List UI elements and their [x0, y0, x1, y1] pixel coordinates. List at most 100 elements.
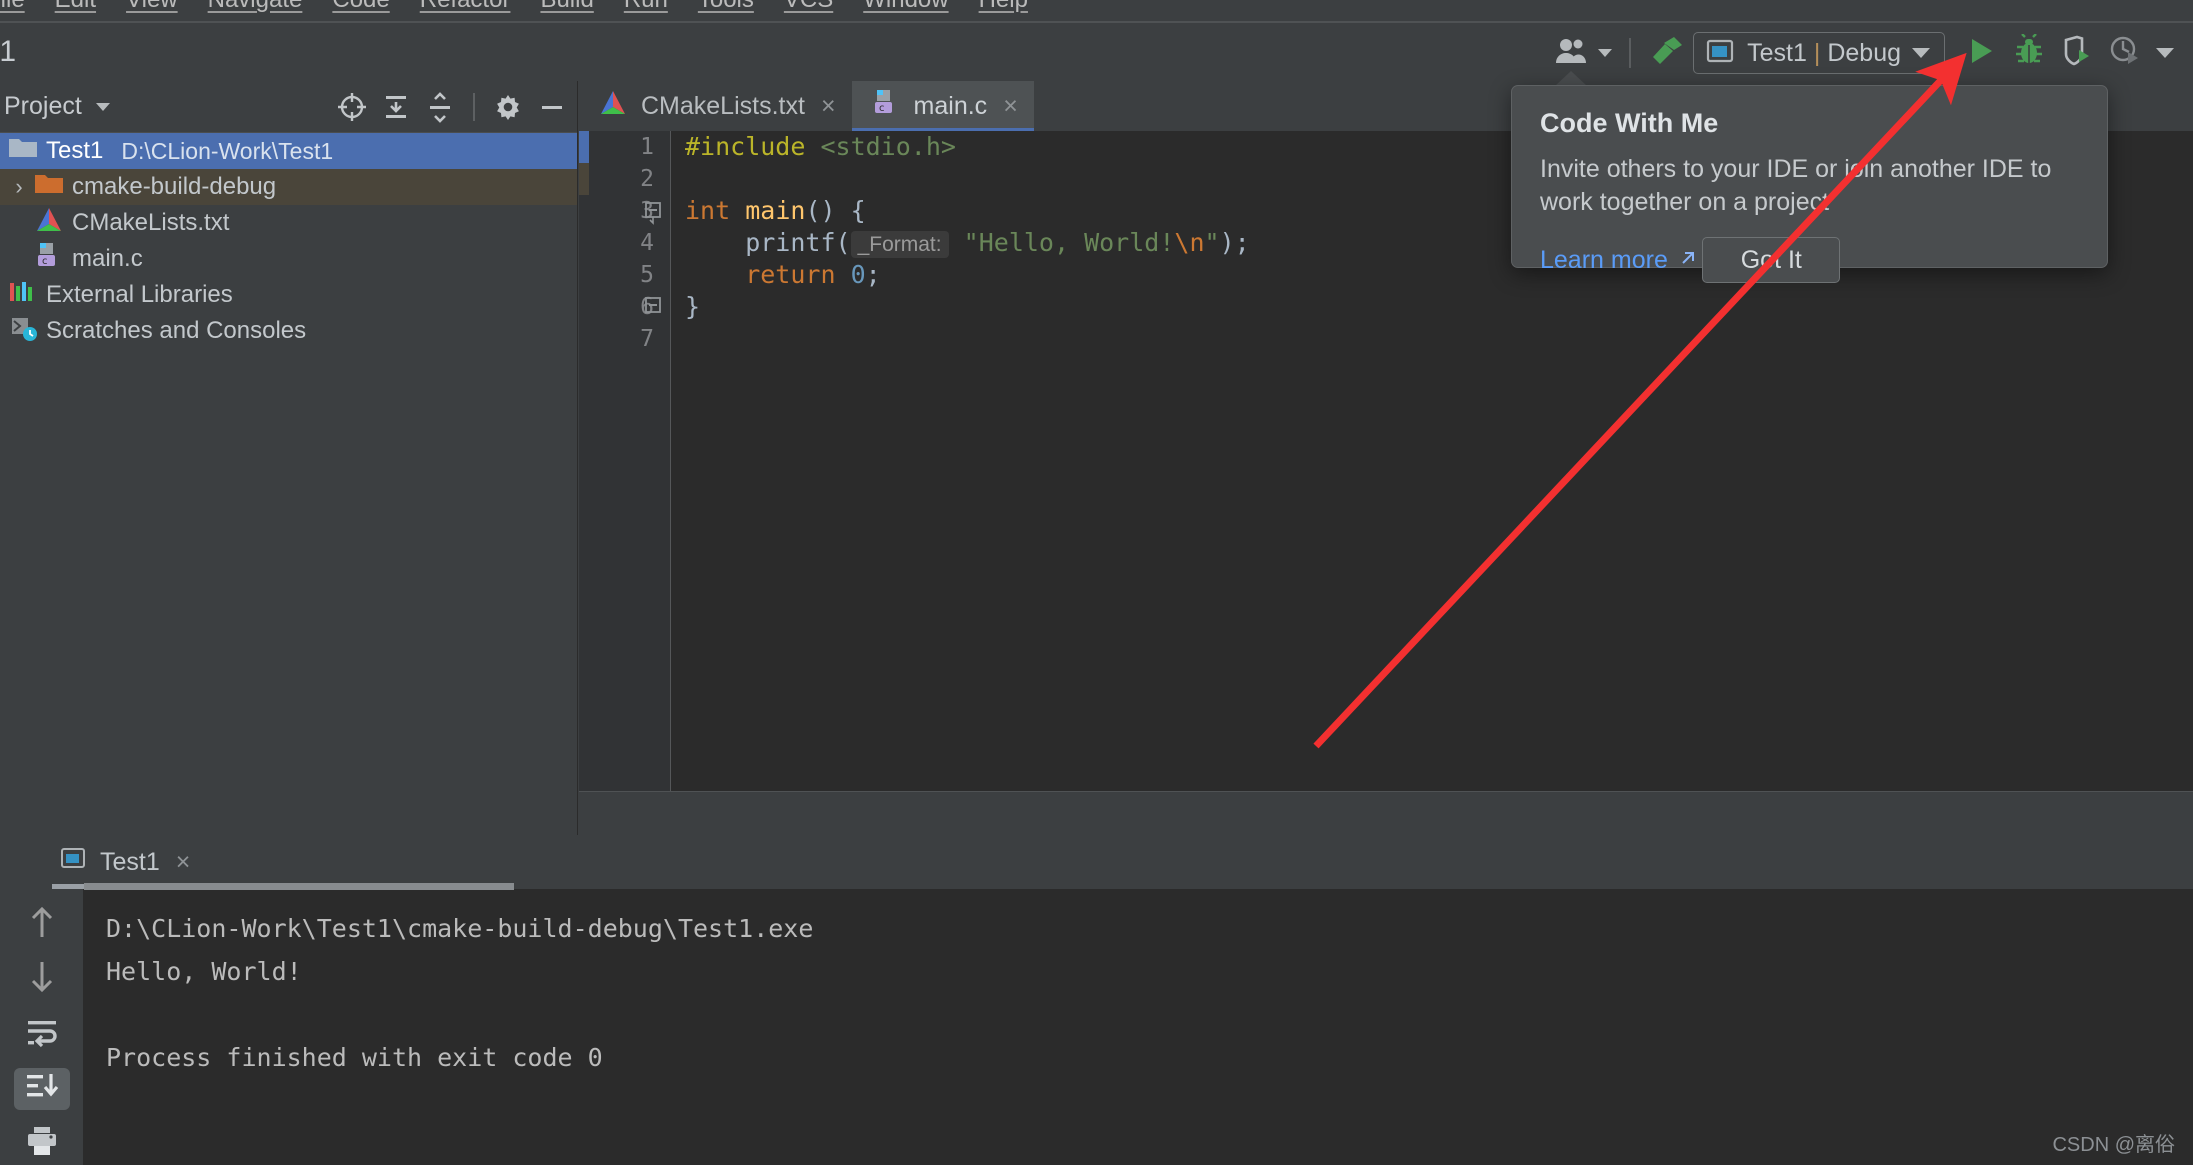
tree-item-label: CMakeLists.txt	[72, 209, 230, 236]
watermark: CSDN @离俗	[2052, 1134, 2175, 1156]
project-panel-toolbar	[335, 90, 569, 124]
soft-wrap-button[interactable]	[14, 1013, 70, 1056]
tree-item-test1[interactable]: Test1 D:\CLion-Work\Test1	[0, 133, 577, 169]
soft-wrap-icon	[24, 1016, 60, 1053]
code-token: "Hello, World!	[963, 228, 1175, 257]
tree-item-cmakelists-txt[interactable]: CMakeLists.txt	[0, 205, 577, 241]
fold-region-end-icon[interactable]	[643, 295, 665, 317]
locate-target-icon[interactable]	[335, 90, 369, 124]
run-window-toolbar	[0, 889, 84, 1165]
code-token: 0	[850, 260, 866, 289]
svg-text:c: c	[879, 103, 885, 114]
tab-underline	[84, 883, 514, 890]
main-toolbar: st1	[0, 23, 2193, 81]
cmake-icon	[598, 89, 628, 124]
menu-item-vcs[interactable]: VCS	[784, 0, 833, 14]
close-icon[interactable]: ×	[821, 92, 836, 121]
menu-item-refactor[interactable]: Refactor	[420, 0, 511, 14]
close-icon[interactable]: ×	[1003, 92, 1018, 121]
fold-region-start-icon[interactable]	[643, 200, 665, 225]
tree-item-main-c[interactable]: c main.c	[0, 241, 577, 277]
line-number: 2	[640, 166, 654, 192]
menu-item-edit[interactable]: Edit	[55, 0, 96, 14]
collapse-all-icon[interactable]	[423, 90, 457, 124]
up-arrow-button[interactable]	[14, 903, 70, 946]
run-configuration-selector[interactable]: Test1 | Debug	[1693, 32, 1945, 74]
run-configuration-icon	[60, 846, 88, 879]
console-output[interactable]: D:\CLion-Work\Test1\cmake-build-debug\Te…	[84, 889, 2193, 1165]
scroll-to-end-button[interactable]	[13, 1067, 70, 1111]
tree-item-label: Scratches and Consoles	[46, 317, 307, 344]
learn-more-label: Learn more	[1540, 245, 1668, 274]
editor-tab-cmakelists-txt[interactable]: CMakeLists.txt ×	[579, 81, 852, 131]
profile-button[interactable]	[2101, 32, 2149, 74]
tree-item-path: D:\CLion-Work\Test1	[121, 137, 334, 164]
menu-item-navigate[interactable]: Navigate	[208, 0, 303, 14]
popup-pointer	[1555, 71, 1587, 86]
menu-item-view[interactable]: View	[126, 0, 178, 14]
console-line: Hello, World!	[106, 957, 302, 986]
gear-icon[interactable]	[491, 90, 525, 124]
editor-gutter[interactable]: 1234567	[579, 131, 671, 791]
run-tab-label: Test1	[100, 848, 160, 876]
popup-body: Invite others to your IDE or join anothe…	[1540, 155, 2052, 216]
tree-item-cmake-build-debug[interactable]: › cmake-build-debug	[0, 169, 577, 205]
menu-item-window[interactable]: Window	[863, 0, 948, 14]
menu-item-help[interactable]: Help	[979, 0, 1028, 14]
clion-ide-window: File Edit View Navigate Code Refactor Build Run…	[0, 0, 2193, 1165]
external-link-icon	[1678, 246, 1698, 275]
menu-item-code[interactable]: Code	[332, 0, 389, 14]
learn-more-link[interactable]: Learn more	[1540, 246, 1698, 275]
build-button[interactable]	[1641, 32, 1693, 74]
close-icon[interactable]: ×	[176, 848, 191, 877]
minimize-icon[interactable]	[535, 90, 569, 124]
editor-status-strip	[579, 791, 2193, 835]
line-number: 5	[640, 262, 654, 288]
tree-item-scratches-and-consoles[interactable]: Scratches and Consoles	[0, 313, 577, 349]
tree-item-label: main.c	[72, 245, 143, 272]
code-token: <stdio.h>	[820, 132, 956, 161]
menu-item-file[interactable]: File	[0, 0, 25, 14]
run-window-header: n: Test1 ×	[0, 836, 2193, 889]
libraries-icon	[8, 279, 38, 312]
run-tab-test1[interactable]: Test1 ×	[48, 836, 202, 889]
hammer-icon	[1648, 33, 1686, 74]
tree-item-external-libraries[interactable]: External Libraries	[0, 277, 577, 313]
run-window-body: D:\CLion-Work\Test1\cmake-build-debug\Te…	[0, 883, 2193, 1165]
c-file-icon: c	[871, 88, 901, 125]
code-token: printf(	[685, 228, 851, 257]
print-button[interactable]	[14, 1122, 70, 1165]
debug-button[interactable]	[2005, 32, 2053, 74]
scratches-icon	[8, 314, 38, 349]
editor-tab-main-c[interactable]: c main.c ×	[851, 81, 1035, 131]
chevron-down-icon	[1912, 48, 1930, 58]
run-with-coverage-icon	[2060, 34, 2094, 73]
expand-all-icon[interactable]	[379, 90, 413, 124]
run-with-coverage-button[interactable]	[2053, 32, 2101, 74]
menu-item-build[interactable]: Build	[540, 0, 593, 14]
chevron-down-icon[interactable]	[95, 102, 110, 111]
code-with-me-button[interactable]	[1547, 32, 1619, 74]
popup-title: Code With Me	[1540, 108, 1719, 138]
menu-item-tools[interactable]: Tools	[698, 0, 754, 14]
menu-bar: File Edit View Navigate Code Refactor Build Run…	[0, 0, 2193, 21]
line-number: 7	[640, 326, 654, 352]
code-token: return	[685, 260, 851, 289]
line-number: 1	[640, 134, 654, 160]
tree-item-label: External Libraries	[46, 281, 233, 308]
code-token: );	[1219, 228, 1250, 257]
got-it-button[interactable]: Got It	[1702, 237, 1841, 283]
cmake-icon	[34, 206, 64, 241]
menu-item-run[interactable]: Run	[624, 0, 668, 14]
code-token: }	[685, 292, 701, 321]
run-button[interactable]	[1957, 32, 2005, 74]
c-file-icon: c	[34, 241, 64, 278]
run-configuration-name: Test1 | Debug	[1747, 38, 1901, 67]
run-play-icon	[1964, 34, 1998, 73]
chevron-right-icon[interactable]: ›	[6, 174, 32, 200]
more-actions-button[interactable]	[2149, 32, 2181, 74]
down-arrow-button[interactable]	[14, 958, 70, 1001]
folder-orange-icon	[34, 171, 64, 204]
toolbar-actions: Test1 | Debug	[1547, 31, 2181, 75]
